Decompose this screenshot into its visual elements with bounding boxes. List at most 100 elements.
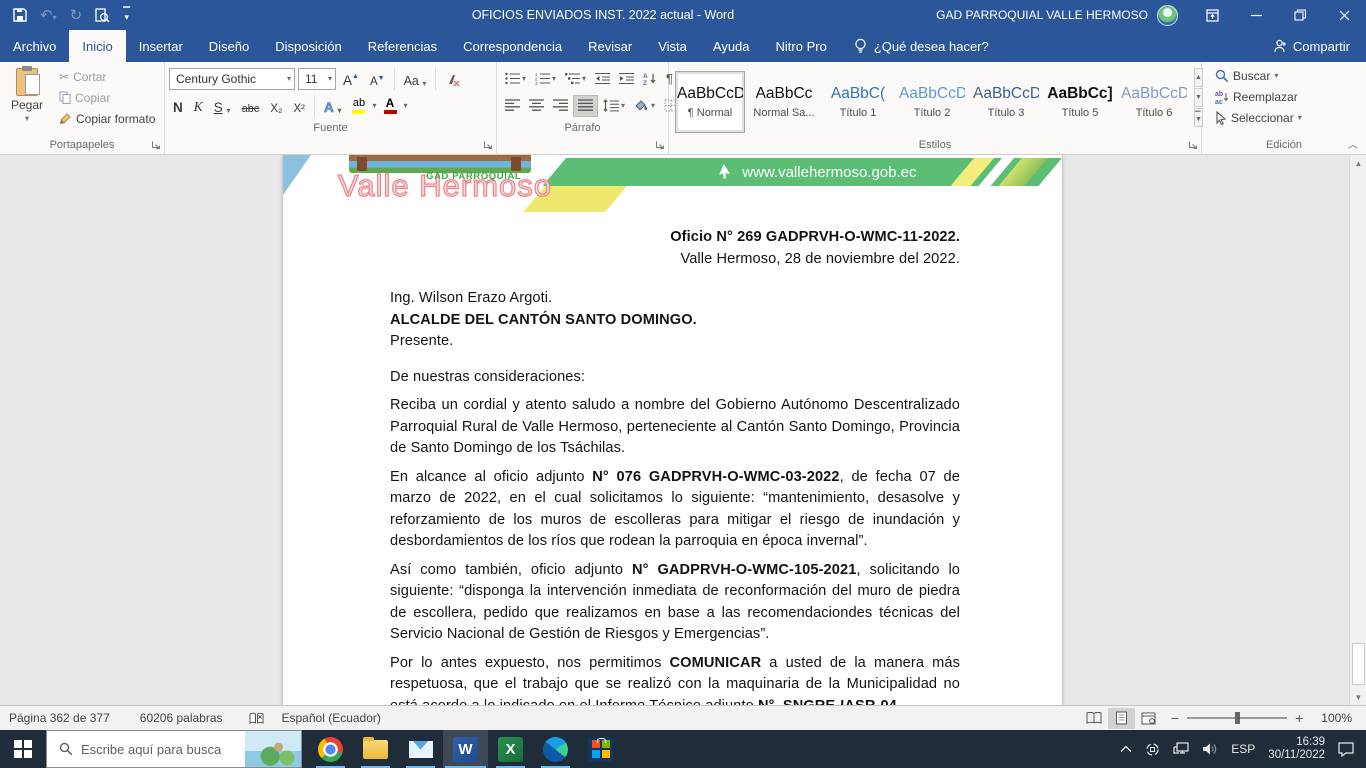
cut-button[interactable]: ✂ Cortar xyxy=(56,66,158,87)
taskbar-excel-icon[interactable]: X xyxy=(488,730,533,768)
word-count[interactable]: 60206 palabras xyxy=(131,706,232,730)
restore-button[interactable] xyxy=(1278,0,1322,30)
shading-button[interactable]: ▾ xyxy=(630,95,659,117)
page-indicator[interactable]: Página 362 de 377 xyxy=(0,706,119,730)
clear-formatting-button[interactable] xyxy=(441,68,465,90)
tray-sync-icon[interactable] xyxy=(1145,742,1160,757)
taskbar-mail-icon[interactable] xyxy=(398,730,443,768)
taskbar-word-icon[interactable]: W xyxy=(443,730,488,768)
strikethrough-button[interactable]: abc xyxy=(238,95,264,117)
proofing-status[interactable] xyxy=(240,706,273,730)
zoom-level[interactable]: 100% xyxy=(1312,706,1366,730)
zoom-slider[interactable] xyxy=(1187,712,1288,724)
copy-button[interactable]: Copiar xyxy=(56,87,158,108)
paragraph-dialog-launcher-icon[interactable] xyxy=(655,140,665,150)
select-button[interactable]: Seleccionar ▾ xyxy=(1212,107,1362,128)
italic-button[interactable]: K xyxy=(190,95,207,117)
scroll-down-icon[interactable]: ▼ xyxy=(1350,689,1366,705)
tray-network-icon[interactable] xyxy=(1173,742,1189,756)
style-titulo-6[interactable]: AaBbCcDcTítulo 6 xyxy=(1119,71,1189,133)
multilevel-list-button[interactable]: ▾ xyxy=(561,68,590,90)
align-left-button[interactable] xyxy=(501,95,524,117)
tray-volume-icon[interactable] xyxy=(1202,742,1218,756)
search-highlight-image[interactable] xyxy=(245,731,301,767)
font-color-button[interactable]: A xyxy=(380,97,401,114)
font-color-dropdown[interactable]: ▾ xyxy=(404,101,408,110)
style-normal[interactable]: AaBbCcD ¶ Normal xyxy=(675,70,745,133)
web-layout-view-icon[interactable] xyxy=(1135,708,1162,729)
taskbar-edge-icon[interactable] xyxy=(533,730,578,768)
minimize-button[interactable] xyxy=(1234,0,1278,30)
font-name-combobox[interactable]: Century Gothic ▾ xyxy=(169,67,295,90)
tab-nitro-pro[interactable]: Nitro Pro xyxy=(763,30,840,62)
bold-button[interactable]: N xyxy=(169,95,187,117)
decrease-indent-button[interactable] xyxy=(591,68,614,90)
zoom-in-button[interactable]: + xyxy=(1295,706,1312,730)
tab-correspondencia[interactable]: Correspondencia xyxy=(450,30,575,62)
zoom-slider-thumb[interactable] xyxy=(1235,712,1241,724)
numbering-button[interactable]: 1 2 3 ▾ xyxy=(531,68,560,90)
style-titulo-2[interactable]: AaBbCcD Título 2 xyxy=(897,71,967,133)
bullets-button[interactable]: ▾ xyxy=(501,68,530,90)
tray-clock[interactable]: 16:39 30/11/2022 xyxy=(1268,736,1325,762)
account-avatar[interactable] xyxy=(1157,4,1178,26)
styles-dialog-launcher-icon[interactable] xyxy=(1188,140,1198,150)
justify-button[interactable] xyxy=(573,94,598,117)
taskbar-file-explorer-icon[interactable] xyxy=(353,730,398,768)
search-input[interactable] xyxy=(81,741,221,757)
close-button[interactable] xyxy=(1322,0,1366,30)
align-center-button[interactable] xyxy=(525,95,548,117)
format-painter-button[interactable]: Copiar formato xyxy=(56,108,158,129)
tab-ayuda[interactable]: Ayuda xyxy=(700,30,763,62)
style-normal-sa[interactable]: AaBbCc Normal Sa... xyxy=(749,71,819,133)
collapse-ribbon-icon[interactable]: ︿ xyxy=(1348,136,1358,151)
ribbon-display-options-icon[interactable] xyxy=(1190,0,1234,30)
style-titulo-3[interactable]: AaBbCcD Título 3 xyxy=(971,71,1041,133)
style-titulo-5[interactable]: AaBbCc] Título 5 xyxy=(1045,71,1115,133)
account-name[interactable]: GAD PARROQUIAL VALLE HERMOSO xyxy=(936,8,1148,22)
print-preview-icon[interactable] xyxy=(95,7,110,23)
tab-inicio[interactable]: Inicio xyxy=(69,30,126,62)
scroll-up-icon[interactable]: ▲ xyxy=(1350,155,1366,171)
subscript-button[interactable]: X₂ xyxy=(266,95,286,117)
tab-vista[interactable]: Vista xyxy=(645,30,700,62)
superscript-button[interactable]: X² xyxy=(289,95,309,117)
underline-button[interactable]: S ▾ xyxy=(210,95,235,117)
tab-disposicion[interactable]: Disposición xyxy=(262,30,354,62)
taskbar-chrome-icon[interactable] xyxy=(308,730,353,768)
vertical-scrollbar[interactable]: ▲ ▼ xyxy=(1349,155,1366,705)
text-effects-button[interactable]: A ▾ xyxy=(320,95,346,117)
taskbar-search[interactable] xyxy=(46,730,302,768)
style-titulo-1[interactable]: AaBbC(Título 1 xyxy=(823,71,893,133)
tab-referencias[interactable]: Referencias xyxy=(355,30,450,62)
tab-archivo[interactable]: Archivo xyxy=(0,30,69,62)
paste-button[interactable]: Pegar ▾ xyxy=(4,65,50,136)
tray-chevron-up-icon[interactable] xyxy=(1120,745,1132,753)
highlight-button[interactable]: ab xyxy=(348,97,369,114)
increase-indent-button[interactable] xyxy=(615,68,638,90)
grow-font-button[interactable]: A ▲ xyxy=(339,68,363,90)
tab-revisar[interactable]: Revisar xyxy=(575,30,645,62)
replace-button[interactable]: ab ac Reemplazar xyxy=(1212,86,1362,107)
tell-me-box[interactable]: ¿Qué desea hacer? xyxy=(840,30,1003,62)
document-page[interactable]: www.vallehermoso.gob.ec Valle Hermoso GA… xyxy=(283,155,1062,705)
customize-qat-icon[interactable]: ▔ ▾ xyxy=(123,8,130,22)
undo-icon[interactable]: ↶▾ xyxy=(40,6,57,24)
find-button[interactable]: Buscar ▾ xyxy=(1212,65,1362,86)
share-button[interactable]: Compartir xyxy=(1258,30,1366,62)
sort-button[interactable]: AZ xyxy=(639,68,661,90)
start-button[interactable] xyxy=(0,730,46,768)
clipboard-dialog-launcher-icon[interactable] xyxy=(151,140,161,150)
font-dialog-launcher-icon[interactable] xyxy=(483,140,493,150)
tab-insertar[interactable]: Insertar xyxy=(126,30,196,62)
align-right-button[interactable] xyxy=(549,95,572,117)
read-mode-view-icon[interactable] xyxy=(1081,708,1108,729)
highlight-dropdown[interactable]: ▾ xyxy=(372,101,376,110)
save-icon[interactable] xyxy=(13,8,27,22)
taskbar-store-icon[interactable] xyxy=(578,730,623,768)
action-center-icon[interactable] xyxy=(1338,741,1354,757)
change-case-button[interactable]: Aa ▾ xyxy=(400,68,431,90)
zoom-out-button[interactable]: − xyxy=(1162,706,1179,730)
language-indicator[interactable]: Español (Ecuador) xyxy=(273,706,390,730)
print-layout-view-icon[interactable] xyxy=(1107,707,1135,729)
